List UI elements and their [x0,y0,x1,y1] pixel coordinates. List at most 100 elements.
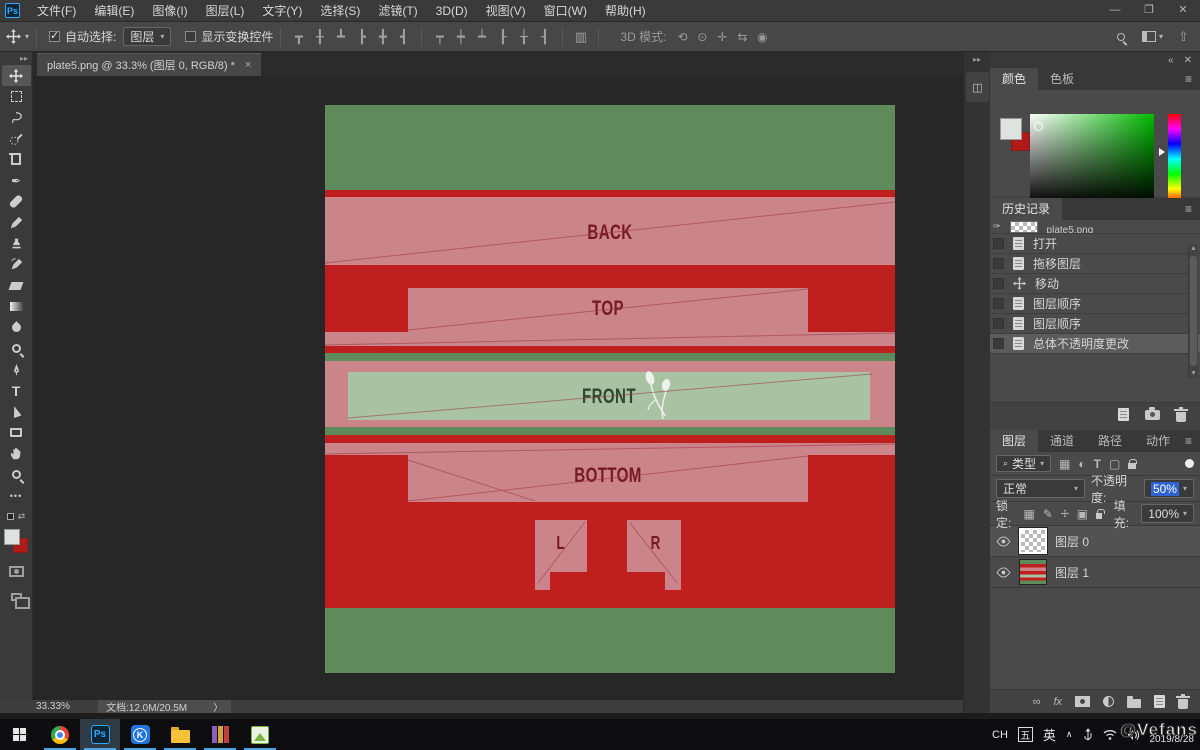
history-source-well[interactable] [993,338,1004,349]
distribute-vcenter-icon[interactable]: ┿ [450,29,471,45]
filter-type-icon[interactable]: T [1094,457,1101,471]
tab-history[interactable]: 历史记录 [990,198,1062,220]
collapsed-properties-panel-icon[interactable]: ◫ [966,72,989,102]
hidden-icons-chevron-icon[interactable]: ∧ [1066,729,1073,740]
default-colors-icon[interactable] [7,513,14,520]
menu-file[interactable]: 文件(F) [28,0,85,22]
eraser-tool[interactable] [2,275,31,296]
document-info-field[interactable]: 文档:12.0M/20.5M 〉 [98,700,231,713]
adjustment-layer-icon[interactable] [1103,696,1114,707]
history-scrollbar[interactable]: ▲ ▼ [1188,244,1198,378]
path-selection-tool[interactable] [2,401,31,422]
lock-all-icon[interactable] [1096,513,1102,519]
hue-slider-arrow[interactable] [1159,148,1165,156]
zoom-tool[interactable] [2,464,31,485]
new-layer-icon[interactable] [1154,695,1165,708]
menu-help[interactable]: 帮助(H) [596,0,655,22]
ime-english-indicator[interactable]: 英 [1043,725,1056,744]
new-group-icon[interactable] [1127,699,1141,708]
delete-state-icon[interactable] [1176,412,1186,422]
blur-tool[interactable] [2,317,31,338]
history-snapshot-row[interactable]: ✑ plate5.png [990,220,1200,234]
blend-mode-dropdown[interactable]: 正常 ▾ [996,479,1085,498]
layer-thumbnail[interactable] [1019,528,1047,554]
panel-expand-arrows[interactable]: ▸▸ [964,52,990,64]
lock-artboard-icon[interactable]: ▣ [1077,507,1088,521]
workspace-switcher[interactable]: ▾ [1142,31,1163,42]
minimize-button[interactable]: — [1098,0,1132,21]
tab-actions[interactable]: 动作 [1134,430,1182,452]
screen-mode-button[interactable] [2,586,31,607]
hand-tool[interactable] [2,443,31,464]
quick-selection-tool[interactable] [2,128,31,149]
close-button[interactable]: ✕ [1166,0,1200,21]
align-right-icon[interactable]: ┫ [393,29,414,45]
zoom-level-field[interactable]: 33.33% [36,701,98,712]
saturation-brightness-field[interactable] [1030,114,1154,204]
tab-layers[interactable]: 图层 [990,430,1038,452]
menu-edit[interactable]: 编辑(E) [85,0,143,22]
menu-type[interactable]: 文字(Y) [253,0,311,22]
filter-smartobject-icon[interactable] [1128,463,1136,469]
brush-tool[interactable] [2,212,31,233]
link-layers-icon[interactable]: ∞ [1033,696,1041,708]
ime-language-indicator[interactable]: CH [992,729,1008,741]
eyedropper-tool[interactable]: ✒ [2,170,31,191]
fill-field[interactable]: 100% ▾ [1141,504,1194,523]
move-tool-preset-icon[interactable]: ▾ [6,29,29,44]
share-icon[interactable]: ⇧ [1173,29,1194,45]
align-vcenter-icon[interactable]: ╂ [309,29,330,45]
layer-row-1[interactable]: 图层 1 [990,557,1200,588]
crop-tool[interactable] [2,149,31,170]
history-source-well[interactable] [993,298,1004,309]
taskbar-winrar[interactable] [200,719,240,750]
distribute-left-icon[interactable]: ┠ [492,29,513,45]
menu-window[interactable]: 窗口(W) [535,0,596,22]
visibility-eye-icon[interactable] [996,567,1011,578]
history-state-row[interactable]: 拖移图层 [990,254,1200,274]
auto-align-icon[interactable]: ▥ [570,29,591,45]
wifi-icon[interactable] [1103,729,1117,740]
distribute-hcenter-icon[interactable]: ╁ [513,29,534,45]
foreground-color-chip[interactable] [1000,118,1022,140]
panel-menu-icon[interactable]: ≡ [1185,202,1192,216]
taskbar-image-viewer[interactable] [240,719,280,750]
history-state-row[interactable]: 图层顺序 [990,314,1200,334]
filter-shape-icon[interactable]: ▢ [1109,457,1120,471]
layer-style-fx-icon[interactable]: fx [1053,696,1062,708]
history-source-well[interactable] [993,238,1004,249]
filter-toggle-icon[interactable] [1185,459,1194,468]
filter-pixel-icon[interactable]: ▦ [1059,457,1070,471]
show-transform-checkbox[interactable] [185,31,196,42]
visibility-eye-icon[interactable] [996,536,1011,547]
canvas-image[interactable]: BACK TOP FRONT [325,105,895,673]
distribute-top-icon[interactable]: ┯ [429,29,450,45]
usb-icon[interactable] [1083,728,1093,742]
restore-button[interactable]: ❐ [1132,0,1166,21]
tab-swatches[interactable]: 色板 [1038,68,1086,90]
delete-layer-icon[interactable] [1178,699,1188,709]
start-button[interactable] [0,719,40,750]
pen-tool[interactable] [2,359,31,380]
more-tools[interactable]: ••• [2,485,31,506]
history-state-row[interactable]: 移动 [990,274,1200,294]
align-hcenter-icon[interactable]: ╋ [372,29,393,45]
roll-3d-icon[interactable]: ⊙ [692,30,712,44]
tab-channels[interactable]: 通道 [1038,430,1086,452]
lock-position-icon[interactable] [1061,508,1069,519]
hue-slider[interactable] [1168,114,1181,204]
history-source-well[interactable] [993,318,1004,329]
layer-row-0[interactable]: 图层 0 [990,526,1200,557]
align-top-icon[interactable]: ┳ [288,29,309,45]
healing-brush-tool[interactable] [2,191,31,212]
tab-color[interactable]: 颜色 [990,68,1038,90]
dock-collapse-icon[interactable]: « [1168,55,1174,66]
dodge-tool[interactable] [2,338,31,359]
history-state-row[interactable]: 图层顺序 [990,294,1200,314]
align-left-icon[interactable]: ┣ [351,29,372,45]
taskbar-explorer[interactable] [160,719,200,750]
dock-close-icon[interactable]: ✕ [1184,55,1192,66]
menu-layer[interactable]: 图层(L) [197,0,254,22]
lock-pixels-icon[interactable]: ✎ [1043,507,1053,521]
gradient-tool[interactable] [2,296,31,317]
